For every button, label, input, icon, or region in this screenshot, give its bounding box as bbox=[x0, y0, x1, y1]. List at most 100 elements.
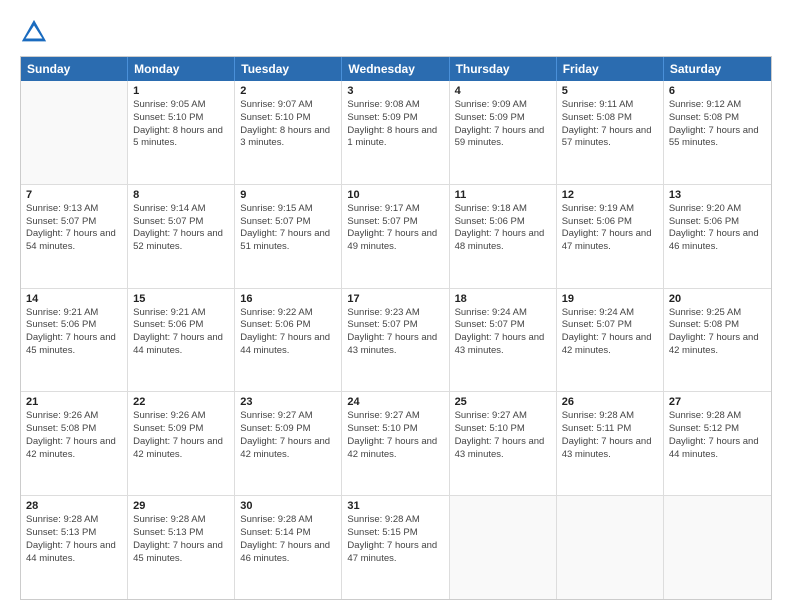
calendar-header: SundayMondayTuesdayWednesdayThursdayFrid… bbox=[21, 57, 771, 81]
cell-line: Sunrise: 9:05 AM bbox=[133, 99, 229, 112]
calendar-cell: 17Sunrise: 9:23 AMSunset: 5:07 PMDayligh… bbox=[342, 289, 449, 392]
cell-line: Sunrise: 9:17 AM bbox=[347, 203, 443, 216]
day-number: 26 bbox=[562, 396, 658, 408]
cell-line: Sunset: 5:06 PM bbox=[26, 319, 122, 332]
cell-line: Daylight: 7 hours and 45 minutes. bbox=[26, 332, 122, 358]
cell-line: Sunset: 5:07 PM bbox=[455, 319, 551, 332]
cell-line: Sunrise: 9:20 AM bbox=[669, 203, 766, 216]
cell-line: Sunrise: 9:28 AM bbox=[26, 514, 122, 527]
header-cell-wednesday: Wednesday bbox=[342, 57, 449, 81]
cell-line: Sunrise: 9:23 AM bbox=[347, 307, 443, 320]
cell-line: Sunrise: 9:27 AM bbox=[240, 410, 336, 423]
calendar-cell: 1Sunrise: 9:05 AMSunset: 5:10 PMDaylight… bbox=[128, 81, 235, 184]
cell-line: Sunset: 5:10 PM bbox=[240, 112, 336, 125]
cell-line: Daylight: 7 hours and 51 minutes. bbox=[240, 228, 336, 254]
cell-line: Sunrise: 9:28 AM bbox=[133, 514, 229, 527]
calendar-cell: 12Sunrise: 9:19 AMSunset: 5:06 PMDayligh… bbox=[557, 185, 664, 288]
day-number: 24 bbox=[347, 396, 443, 408]
header-cell-saturday: Saturday bbox=[664, 57, 771, 81]
calendar-cell: 4Sunrise: 9:09 AMSunset: 5:09 PMDaylight… bbox=[450, 81, 557, 184]
cell-line: Daylight: 7 hours and 54 minutes. bbox=[26, 228, 122, 254]
cell-line: Sunrise: 9:26 AM bbox=[26, 410, 122, 423]
day-number: 25 bbox=[455, 396, 551, 408]
header bbox=[20, 18, 772, 46]
calendar-row-4: 21Sunrise: 9:26 AMSunset: 5:08 PMDayligh… bbox=[21, 392, 771, 496]
calendar-cell: 29Sunrise: 9:28 AMSunset: 5:13 PMDayligh… bbox=[128, 496, 235, 599]
cell-line: Daylight: 7 hours and 46 minutes. bbox=[669, 228, 766, 254]
calendar-cell: 5Sunrise: 9:11 AMSunset: 5:08 PMDaylight… bbox=[557, 81, 664, 184]
cell-line: Daylight: 7 hours and 47 minutes. bbox=[562, 228, 658, 254]
calendar-cell: 31Sunrise: 9:28 AMSunset: 5:15 PMDayligh… bbox=[342, 496, 449, 599]
cell-line: Daylight: 8 hours and 1 minute. bbox=[347, 125, 443, 151]
calendar-cell: 22Sunrise: 9:26 AMSunset: 5:09 PMDayligh… bbox=[128, 392, 235, 495]
cell-line: Sunset: 5:14 PM bbox=[240, 527, 336, 540]
calendar-cell: 10Sunrise: 9:17 AMSunset: 5:07 PMDayligh… bbox=[342, 185, 449, 288]
calendar-cell: 15Sunrise: 9:21 AMSunset: 5:06 PMDayligh… bbox=[128, 289, 235, 392]
header-cell-tuesday: Tuesday bbox=[235, 57, 342, 81]
cell-line: Daylight: 7 hours and 48 minutes. bbox=[455, 228, 551, 254]
cell-line: Sunset: 5:08 PM bbox=[669, 112, 766, 125]
header-cell-thursday: Thursday bbox=[450, 57, 557, 81]
cell-line: Sunset: 5:09 PM bbox=[133, 423, 229, 436]
calendar-body: 1 Sunrise: 9:05 AM Sunset: 5:10 PM Daylight… bbox=[21, 81, 771, 599]
day-number: 8 bbox=[133, 189, 229, 201]
cell-line: Sunrise: 9:14 AM bbox=[133, 203, 229, 216]
cell-line: Sunset: 5:06 PM bbox=[240, 319, 336, 332]
cell-line: Sunset: 5:07 PM bbox=[562, 319, 658, 332]
cell-line: Sunrise: 9:26 AM bbox=[133, 410, 229, 423]
calendar-cell: 18 Sunrise: 9:24 AMSunset: 5:07 PMDayligh… bbox=[450, 289, 557, 392]
page: SundayMondayTuesdayWednesdayThursdayFrid… bbox=[0, 0, 792, 612]
cell-line: Sunset: 5:06 PM bbox=[562, 216, 658, 229]
cell-line: Daylight: 7 hours and 44 minutes. bbox=[26, 540, 122, 566]
cell-line: Sunset: 5:09 PM bbox=[455, 112, 551, 125]
cell-line: Sunrise: 9:15 AM bbox=[240, 203, 336, 216]
day-number: 3 bbox=[347, 85, 443, 97]
cell-line: Daylight: 7 hours and 43 minutes. bbox=[347, 332, 443, 358]
cell-line: Sunset: 5:11 PM bbox=[562, 423, 658, 436]
cell-line: Daylight: 7 hours and 42 minutes. bbox=[26, 436, 122, 462]
cell-line: Daylight: 7 hours and 43 minutes. bbox=[455, 332, 551, 358]
cell-line: Daylight: 7 hours and 42 minutes. bbox=[133, 436, 229, 462]
calendar-cell bbox=[450, 496, 557, 599]
cell-line: Daylight: 7 hours and 44 minutes. bbox=[133, 332, 229, 358]
day-number: 14 bbox=[26, 293, 122, 305]
day-number: 18 bbox=[455, 293, 551, 305]
cell-line: Daylight: 7 hours and 59 minutes. bbox=[455, 125, 551, 151]
cell-line: Sunset: 5:06 PM bbox=[133, 319, 229, 332]
header-cell-monday: Monday bbox=[128, 57, 235, 81]
calendar-row-2: 7Sunrise: 9:13 AMSunset: 5:07 PMDaylight… bbox=[21, 185, 771, 289]
day-number: 9 bbox=[240, 189, 336, 201]
calendar-cell: 2Sunrise: 9:07 AMSunset: 5:10 PMDaylight… bbox=[235, 81, 342, 184]
calendar-cell: 14Sunrise: 9:21 AMSunset: 5:06 PMDayligh… bbox=[21, 289, 128, 392]
calendar-cell: 20Sunrise: 9:25 AMSunset: 5:08 PMDayligh… bbox=[664, 289, 771, 392]
calendar-row-1: 1 Sunrise: 9:05 AM Sunset: 5:10 PM Daylight… bbox=[21, 81, 771, 185]
cell-line: Daylight: 7 hours and 42 minutes. bbox=[669, 332, 766, 358]
day-number: 2 bbox=[240, 85, 336, 97]
header-cell-sunday: Sunday bbox=[21, 57, 128, 81]
day-number: 1 bbox=[133, 85, 229, 97]
cell-line: Sunrise: 9:24 AM bbox=[455, 307, 551, 320]
day-number: 20 bbox=[669, 293, 766, 305]
cell-line: Sunset: 5:15 PM bbox=[347, 527, 443, 540]
day-number: 21 bbox=[26, 396, 122, 408]
day-number: 13 bbox=[669, 189, 766, 201]
day-number: 4 bbox=[455, 85, 551, 97]
calendar-cell: 13Sunrise: 9:20 AMSunset: 5:06 PMDayligh… bbox=[664, 185, 771, 288]
logo bbox=[20, 18, 54, 46]
calendar-cell: 30Sunrise: 9:28 AMSunset: 5:14 PMDayligh… bbox=[235, 496, 342, 599]
day-number: 16 bbox=[240, 293, 336, 305]
day-number: 6 bbox=[669, 85, 766, 97]
calendar-cell: 21Sunrise: 9:26 AMSunset: 5:08 PMDayligh… bbox=[21, 392, 128, 495]
cell-line: Daylight: 7 hours and 43 minutes. bbox=[562, 436, 658, 462]
cell-line: Daylight: 7 hours and 49 minutes. bbox=[347, 228, 443, 254]
cell-line: Sunset: 5:08 PM bbox=[669, 319, 766, 332]
day-number: 23 bbox=[240, 396, 336, 408]
calendar-cell: 16Sunrise: 9:22 AMSunset: 5:06 PMDayligh… bbox=[235, 289, 342, 392]
cell-line: Daylight: 7 hours and 44 minutes. bbox=[240, 332, 336, 358]
cell-line: Sunset: 5:07 PM bbox=[347, 216, 443, 229]
cell-line: Daylight: 7 hours and 57 minutes. bbox=[562, 125, 658, 151]
cell-line: Sunrise: 9:21 AM bbox=[133, 307, 229, 320]
cell-line: Daylight: 7 hours and 46 minutes. bbox=[240, 540, 336, 566]
calendar-cell: 24Sunrise: 9:27 AMSunset: 5:10 PMDayligh… bbox=[342, 392, 449, 495]
calendar: SundayMondayTuesdayWednesdayThursdayFrid… bbox=[20, 56, 772, 600]
